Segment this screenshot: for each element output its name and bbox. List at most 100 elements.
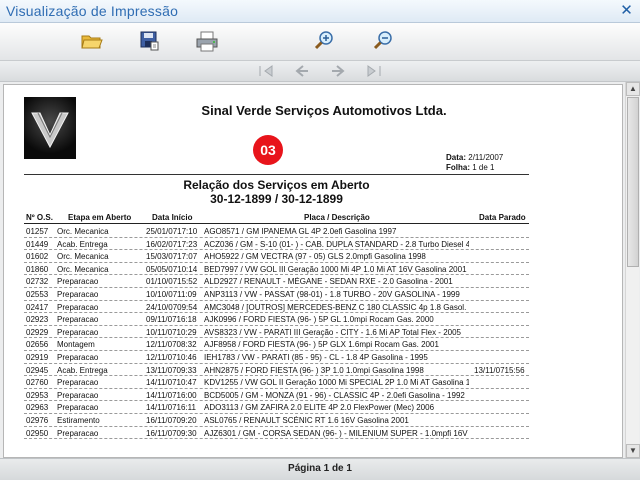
- row-data-inicio: 10/11/0710:29: [146, 327, 197, 337]
- row-os: 02963: [26, 403, 49, 413]
- table-row: 02945 Acab. Entrega 13/11/0709:33 AHN2875 /…: [24, 364, 529, 377]
- col-os: Nº O.S.: [26, 213, 53, 222]
- row-placa-descricao: AJF8958 / FORD FIESTA (96- ) 5P GLX 1.6m…: [204, 340, 439, 350]
- page-indicator: Página 1 de 1: [288, 463, 352, 474]
- row-data-parado: 13/11/0715:56: [474, 365, 525, 375]
- table-row: 02553 Preparacao 10/10/0711:09 ANP3113 / VW…: [24, 288, 529, 301]
- col-etapa: Etapa em Aberto: [68, 213, 132, 222]
- row-etapa: Orc. Mecanica: [57, 227, 109, 236]
- row-placa-descricao: ASL0765 / RENAULT SCÉNIC RT 1.6 16V Gaso…: [204, 415, 409, 425]
- table-row: 02976 Estiramento 16/11/0709:20 ASL0765 / R…: [24, 414, 529, 427]
- row-data-inicio: 12/11/0710:46: [146, 352, 197, 362]
- print-preview-window: Visualização de Impressão ✕ Sinal Verde …: [0, 0, 640, 480]
- open-folder-icon[interactable]: [78, 28, 106, 54]
- row-data-inicio: 16/11/0709:30: [146, 428, 197, 438]
- report-page: Sinal Verde Serviços Automotivos Ltda. 0…: [3, 84, 623, 458]
- row-etapa: Preparacao: [57, 352, 99, 362]
- row-placa-descricao: AVS8323 / VW - PARATI III Geração - CITY…: [204, 327, 461, 337]
- col-data-parado: Data Parado: [479, 213, 526, 222]
- row-data-inicio: 14/11/0716:00: [146, 390, 197, 400]
- vertical-scrollbar[interactable]: ▲ ▼: [625, 82, 640, 458]
- page-navigation-bar: [0, 61, 640, 82]
- status-bar: Página 1 de 1: [0, 458, 640, 480]
- row-os: 01449: [26, 239, 49, 249]
- printer-icon[interactable]: [193, 28, 221, 54]
- report-number-badge: 03: [253, 135, 283, 165]
- previous-page-icon[interactable]: [292, 62, 312, 80]
- row-data-inicio: 25/01/0717:10: [146, 227, 198, 236]
- date-value: 2/11/2007: [468, 153, 504, 162]
- table-body: 01257 Orc. Mecanica 25/01/0717:10 AGO8571 /…: [24, 225, 529, 440]
- col-data-inicio: Data Início: [152, 213, 193, 222]
- row-data-inicio: 01/10/0715:52: [146, 277, 198, 287]
- row-os: 02950: [26, 428, 49, 438]
- scroll-down-icon[interactable]: ▼: [626, 444, 640, 458]
- sheet-label: Folha:: [446, 163, 470, 172]
- row-data-inicio: 13/11/0709:33: [146, 365, 197, 375]
- last-page-icon[interactable]: [364, 62, 384, 80]
- row-os: 02553: [26, 289, 49, 299]
- row-placa-descricao: AJK0996 / FORD FIESTA (96- ) 5P GL 1.0mp…: [204, 315, 434, 325]
- sheet-value: 1 de 1: [472, 163, 495, 172]
- row-placa-descricao: BCD5005 / GM - MONZA (91 - 96) - CLASSIC…: [204, 390, 465, 400]
- row-placa-descricao: KDV1255 / VW GOL II Geração 1000 Mi SPEC…: [204, 378, 469, 388]
- row-etapa: Estiramento: [57, 415, 100, 425]
- table-row: 02923 Preparacao 09/11/0716:18 AJK0996 / FO…: [24, 313, 529, 326]
- table-row: 02950 Preparacao 16/11/0709:30 AJZ6301 / GM…: [24, 427, 529, 440]
- table-row: 02929 Preparacao 10/11/0710:29 AVS8323 / VW…: [24, 326, 529, 339]
- window-title: Visualização de Impressão: [6, 3, 179, 19]
- row-etapa: Acab. Entrega: [57, 239, 108, 249]
- row-os: 02929: [26, 327, 49, 337]
- row-os: 02923: [26, 315, 49, 325]
- row-os: 02976: [26, 415, 49, 425]
- table-row: 02417 Preparacao 24/10/0709:54 AMC3048 / [O…: [24, 301, 529, 314]
- row-etapa: Preparacao: [57, 378, 99, 388]
- row-data-inicio: 16/11/0709:20: [146, 415, 197, 425]
- row-os: 02656: [26, 340, 49, 350]
- table-row: 01257 Orc. Mecanica 25/01/0717:10 AGO8571 /…: [24, 225, 529, 238]
- row-data-inicio: 15/03/0717:07: [146, 252, 198, 262]
- row-placa-descricao: AJZ6301 / GM - CORSA SEDAN (96- ) - MILE…: [204, 428, 469, 438]
- scrollbar-thumb[interactable]: [627, 97, 639, 267]
- first-page-icon[interactable]: [256, 62, 276, 80]
- row-placa-descricao: BED7997 / VW GOL III Geração 1000 Mi 4P …: [204, 264, 467, 274]
- row-placa-descricao: AGO8571 / GM IPANEMA GL 4P 2.0efi Gasoli…: [204, 227, 397, 236]
- table-row: 02732 Preparacao 01/10/0715:52 ALD2927 / RE…: [24, 275, 529, 288]
- row-placa-descricao: AMC3048 / [OUTROS] MERCEDES-BENZ C 180 C…: [204, 302, 469, 312]
- row-placa-descricao: ADO3113 / GM ZAFIRA 2.0 ELITE 4P 2.0 Fle…: [204, 403, 435, 413]
- toolbar: [0, 23, 640, 61]
- row-etapa: Orc. Mecanica: [57, 264, 109, 274]
- close-icon[interactable]: ✕: [619, 3, 634, 18]
- row-etapa: Preparacao: [57, 302, 99, 312]
- row-data-inicio: 14/11/0716:11: [146, 403, 196, 413]
- table-row: 01602 Orc. Mecanica 15/03/0717:07 AHO5922 /…: [24, 250, 529, 263]
- row-etapa: Preparacao: [57, 315, 99, 325]
- row-os: 01860: [26, 264, 49, 274]
- row-data-inicio: 05/05/0710:14: [146, 264, 198, 274]
- table-row: 02963 Preparacao 14/11/0716:11 ADO3113 / GM…: [24, 401, 529, 414]
- row-data-inicio: 14/11/0710:47: [146, 378, 197, 388]
- row-placa-descricao: ACZ036 / GM - S-10 (01- ) - CAB. DUPLA S…: [204, 239, 469, 249]
- row-data-inicio: 12/11/0708:32: [146, 340, 197, 350]
- row-data-inicio: 24/10/0709:54: [146, 302, 198, 312]
- table-row: 02919 Preparacao 12/11/0710:46 IEH1783 / VW…: [24, 351, 529, 364]
- table-header: Nº O.S. Etapa em Aberto Data Início Plac…: [24, 212, 529, 224]
- report-viewer: Sinal Verde Serviços Automotivos Ltda. 0…: [0, 82, 640, 458]
- zoom-out-icon[interactable]: [369, 28, 397, 54]
- table-row: 01449 Acab. Entrega 16/02/0717:23 ACZ036 / …: [24, 238, 529, 251]
- company-name: Sinal Verde Serviços Automotivos Ltda.: [201, 103, 447, 118]
- save-disk-icon[interactable]: [136, 28, 164, 54]
- title-bar: Visualização de Impressão ✕: [0, 0, 640, 23]
- col-placa: Placa / Descrição: [304, 213, 370, 222]
- row-etapa: Orc. Mecanica: [57, 252, 109, 262]
- row-data-inicio: 16/02/0717:23: [146, 239, 198, 249]
- row-placa-descricao: AHO5922 / GM VECTRA (97 - 05) GLS 2.0mpf…: [204, 252, 426, 262]
- table-row: 02953 Preparacao 14/11/0716:00 BCD5005 / GM…: [24, 389, 529, 402]
- row-os: 02919: [26, 352, 49, 362]
- report-period: 30-12-1899 / 30-12-1899: [210, 192, 343, 206]
- next-page-icon[interactable]: [328, 62, 348, 80]
- zoom-in-icon[interactable]: [310, 28, 338, 54]
- row-etapa: Preparacao: [57, 390, 99, 400]
- row-placa-descricao: ANP3113 / VW - PASSAT (98-01) - 1.8 TURB…: [204, 289, 460, 299]
- scroll-up-icon[interactable]: ▲: [626, 82, 640, 96]
